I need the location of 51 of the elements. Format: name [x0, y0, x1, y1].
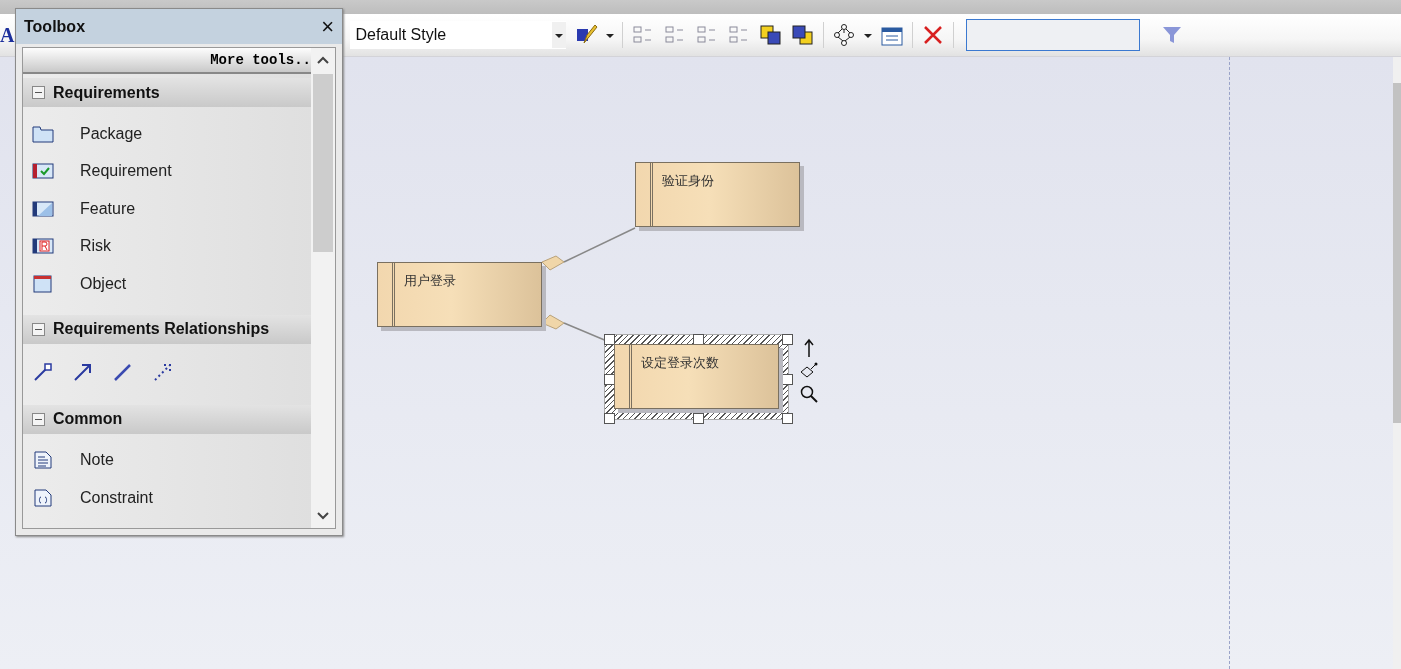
feature-icon [32, 199, 54, 218]
toolbox-item[interactable]: Requirement [23, 152, 311, 190]
object-icon [32, 274, 54, 293]
close-button[interactable]: × [321, 13, 334, 40]
group-title: Common [53, 410, 123, 428]
search-field[interactable] [966, 19, 1141, 51]
arrow-icon [72, 363, 94, 381]
caret-icon [552, 22, 567, 48]
node-label: 验证身份 [662, 172, 714, 190]
more-tools-button[interactable]: More tools.. [23, 48, 311, 74]
node-label: 用户登录 [404, 272, 456, 290]
package-icon [32, 124, 54, 143]
toolbox-item[interactable]: Package [23, 115, 311, 153]
text-tool[interactable]: A [0, 23, 15, 47]
scrollbar-thumb[interactable] [313, 74, 333, 252]
group-header[interactable]: Requirements [23, 78, 311, 107]
group-title: Requirements Relationships [53, 320, 270, 338]
note-icon [32, 451, 54, 470]
toolbox-item[interactable]: Risk [23, 227, 311, 265]
collapse-icon[interactable] [32, 322, 45, 336]
resize-handle[interactable] [782, 413, 793, 424]
bring-forward-icon[interactable] [759, 23, 784, 47]
line-icon [112, 363, 134, 381]
hierarchy-icon[interactable] [832, 23, 857, 47]
constraint-icon [32, 488, 54, 507]
panel-title: Toolbox [24, 17, 86, 36]
resize-handle[interactable] [782, 334, 793, 345]
toolbox-item[interactable]: Feature [23, 190, 311, 228]
search-icon[interactable] [799, 384, 819, 404]
resize-handle[interactable] [604, 413, 615, 424]
toolbox-item[interactable]: Constraint [23, 479, 311, 517]
style-select[interactable]: Default Style [350, 21, 567, 49]
group-header[interactable]: Requirements Relationships [23, 314, 311, 344]
node-label: 设定登录次数 [641, 354, 719, 372]
resize-handle[interactable] [693, 413, 704, 424]
send-backward-icon[interactable] [791, 23, 816, 47]
group-title: Requirements [53, 83, 160, 102]
requirement-icon [32, 162, 54, 181]
risk-icon [32, 237, 54, 256]
resize-handle[interactable] [782, 373, 793, 385]
group-header[interactable]: Common [23, 404, 311, 434]
connector-icon [32, 363, 54, 381]
scrollbar-thumb[interactable] [1393, 83, 1401, 423]
resize-handle[interactable] [604, 373, 615, 385]
toolbox-item[interactable]: Note [23, 441, 311, 479]
collapse-icon[interactable] [32, 412, 45, 426]
resize-handle[interactable] [693, 334, 704, 345]
dashed-arrow-icon [152, 363, 174, 381]
resize-handle[interactable] [604, 334, 615, 345]
toolbox-item[interactable]: Object [23, 265, 311, 303]
collapse-icon[interactable] [32, 86, 45, 99]
